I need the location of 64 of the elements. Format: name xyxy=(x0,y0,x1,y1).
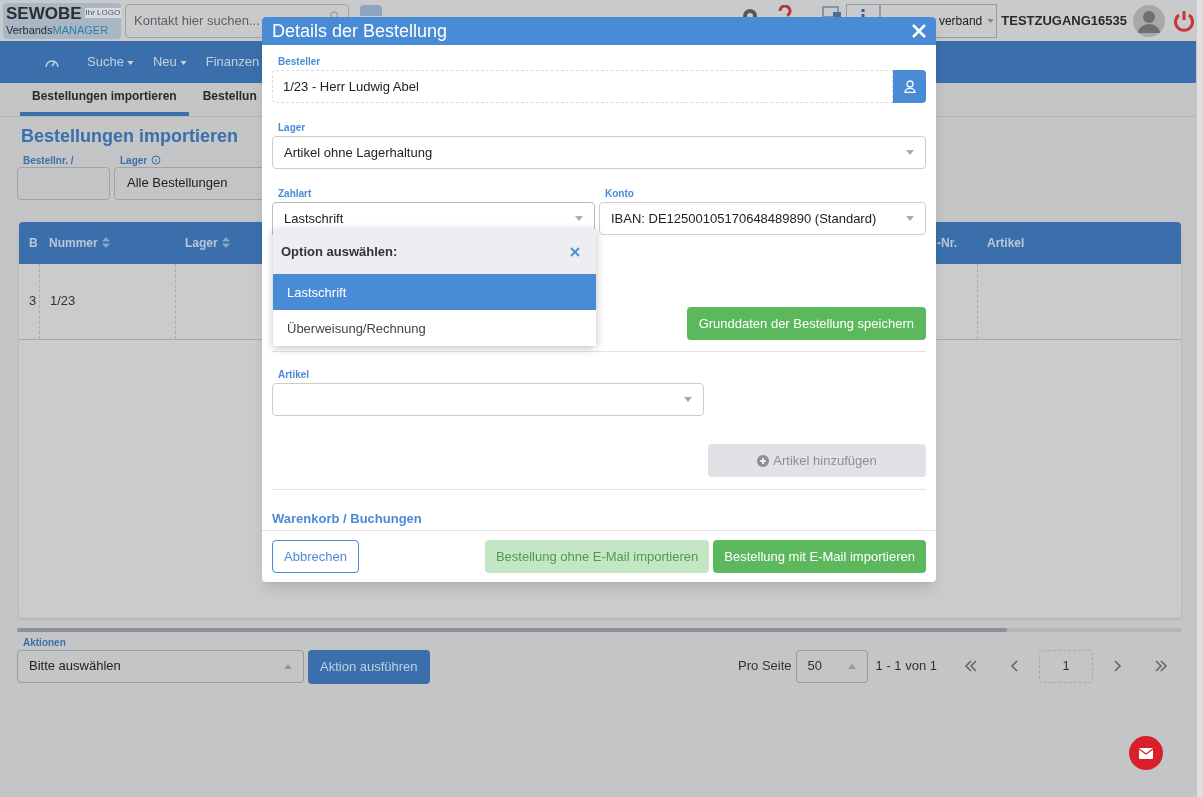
field-label: Konto xyxy=(604,188,635,201)
filter-label: Lager xyxy=(120,153,148,168)
save-basic-data-button[interactable]: Grunddaten der Bestellung speichern xyxy=(686,307,926,341)
caret-icon xyxy=(847,663,856,669)
dropdown-option[interactable]: Lastschrift xyxy=(273,274,596,311)
filter-label: Bestellnr. / xyxy=(23,153,74,168)
field-label: Zahlart xyxy=(277,188,313,201)
close-icon[interactable] xyxy=(570,247,580,257)
monitor-icon[interactable] xyxy=(822,6,843,17)
caret-icon xyxy=(284,663,292,669)
help-icon[interactable] xyxy=(778,5,793,17)
nav-menu[interactable]: Neu xyxy=(152,52,187,72)
logo-brand: SEWOBE xyxy=(6,3,82,23)
page-range: 1 - 1 von 1 xyxy=(875,657,937,676)
user-name: TESTZUGANG16535 xyxy=(1001,11,1127,30)
table-cell-text: 3 xyxy=(29,292,37,311)
caret-icon xyxy=(684,397,692,403)
avatar-icon[interactable] xyxy=(1133,4,1165,37)
execute-action-button[interactable]: Aktion ausführen xyxy=(308,649,430,684)
caret-icon xyxy=(906,150,914,156)
column-header: -Nr. xyxy=(937,234,957,252)
scrollbar-thumb[interactable] xyxy=(17,627,1007,632)
per-page-label: Pro Seite xyxy=(738,657,792,676)
power-icon[interactable] xyxy=(1173,9,1195,32)
contact-button[interactable] xyxy=(893,70,926,104)
logo-subtitle: VerbandsMANAGER xyxy=(6,22,110,37)
field-label: Besteller xyxy=(277,56,322,69)
caret-icon xyxy=(126,60,134,65)
dropdown-header: Option auswählen: xyxy=(281,243,398,262)
field-label: Lager xyxy=(277,122,307,135)
envelope-icon xyxy=(1139,747,1153,759)
last-page-icon[interactable] xyxy=(1154,659,1168,673)
per-page-select[interactable]: 50 xyxy=(795,649,868,683)
import-button[interactable]: Bestellung mit E-Mail importieren xyxy=(713,540,926,574)
actions-label: Aktionen xyxy=(22,635,67,650)
nav-menu[interactable]: Suche xyxy=(87,52,134,72)
caret-icon xyxy=(179,60,187,65)
column-header: B xyxy=(29,234,38,252)
orderer-field[interactable]: 1/23 - Herr Ludwig Abel xyxy=(272,70,893,104)
actions-select[interactable]: Bitte auswählen xyxy=(17,649,304,683)
plus-circle-icon xyxy=(757,455,770,467)
order-number-field[interactable] xyxy=(17,166,110,200)
table-cell-text: 1/23 xyxy=(50,292,76,311)
cart-bookings-link[interactable]: Warenkorb / Buchungen xyxy=(272,511,422,527)
first-page-icon[interactable] xyxy=(964,659,978,673)
caret-icon xyxy=(987,19,995,24)
warehouse-select[interactable]: Artikel ohne Lagerhaltung xyxy=(272,136,926,170)
column-header[interactable]: Lager xyxy=(185,233,230,252)
logo[interactable]: SEWOBE Ihr LOGO VerbandsMANAGER xyxy=(3,2,121,39)
logo-badge: Ihr LOGO xyxy=(84,8,122,18)
sort-icon xyxy=(221,237,230,248)
tab[interactable]: Bestellungen importieren xyxy=(20,87,189,116)
sort-icon xyxy=(101,237,110,248)
dropdown-option[interactable]: Überweisung/Rechnung xyxy=(273,310,596,347)
column-header[interactable]: Nummer xyxy=(49,233,110,252)
page-number-field[interactable]: 1 xyxy=(1039,649,1093,683)
column-header: Artikel xyxy=(987,234,1025,252)
page-title: Bestellungen importieren xyxy=(21,125,239,148)
search-icon xyxy=(330,10,340,18)
account-select[interactable]: IBAN: DE12500105170648489890 (Standard) xyxy=(599,202,926,236)
person-icon xyxy=(903,80,916,94)
cancel-button[interactable]: Abbrechen xyxy=(272,540,359,574)
field-label: Artikel xyxy=(277,369,311,382)
message-button[interactable] xyxy=(1129,736,1163,770)
